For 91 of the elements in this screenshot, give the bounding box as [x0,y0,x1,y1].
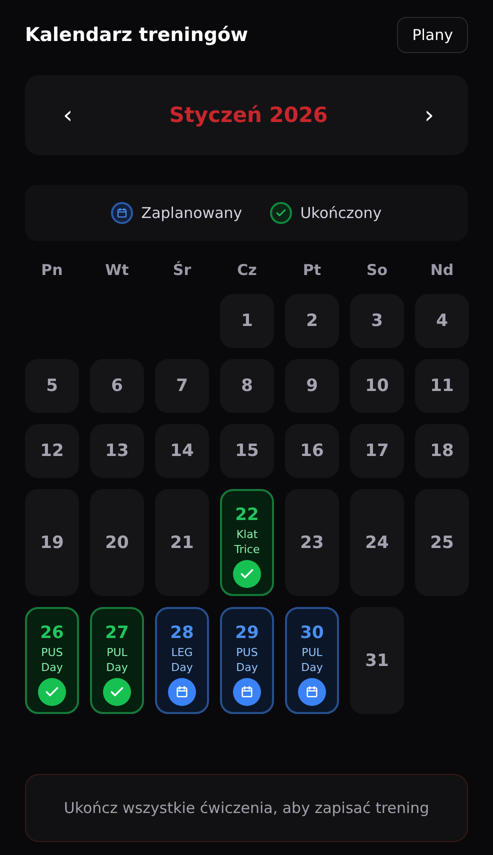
day-number: 1 [241,311,253,331]
workout-label: LEG Day [170,645,194,675]
day-number: 13 [105,441,129,461]
calendar-day[interactable]: 5 [25,359,79,413]
day-number: 23 [300,532,324,552]
day-number: 27 [105,623,129,643]
calendar-day[interactable]: 10 [350,359,404,413]
calendar-day[interactable]: 12 [25,424,79,478]
day-number: 18 [430,441,454,461]
weekday-label: Wt [104,261,130,279]
weekday-label: Pn [40,261,64,279]
calendar-day[interactable]: 21 [155,489,209,596]
day-number: 21 [170,532,194,552]
calendar-day[interactable]: 17 [350,424,404,478]
day-number: 31 [365,650,389,670]
calendar-day[interactable]: 13 [90,424,144,478]
page-title: Kalendarz treningów [25,24,248,46]
check-icon [270,202,292,224]
calendar-day[interactable]: 23 [285,489,339,596]
day-number: 15 [235,441,259,461]
day-number: 6 [111,376,123,396]
weekday-label: Cz [236,261,258,279]
day-number: 29 [235,623,259,643]
calendar-day[interactable]: 11 [415,359,469,413]
day-number: 5 [46,376,58,396]
day-number: 30 [300,623,324,643]
calendar-day[interactable]: 24 [350,489,404,596]
info-message: Ukończ wszystkie ćwiczenia, aby zapisać trening [64,799,430,817]
calendar-day[interactable]: 27 PUL Day [90,607,144,714]
previous-month-button[interactable]: ‹ [59,101,77,129]
day-number: 8 [241,376,253,396]
day-number: 20 [105,532,129,552]
weekday-label: Pt [302,261,322,279]
calendar-day[interactable]: 18 [415,424,469,478]
calendar-day[interactable]: 20 [90,489,144,596]
calendar-day[interactable]: 22 Klat Trice [220,489,274,596]
day-number: 3 [371,311,383,331]
check-icon [103,678,131,706]
next-month-button[interactable]: › [420,101,438,129]
day-number: 22 [235,505,259,525]
calendar-day[interactable]: 6 [90,359,144,413]
calendar-day[interactable]: 8 [220,359,274,413]
calendar-day[interactable]: 7 [155,359,209,413]
calendar-day[interactable]: 2 [285,294,339,348]
check-icon [38,678,66,706]
weekday-label: Nd [429,261,455,279]
legend-label: Ukończony [300,204,382,222]
calendar-icon [168,678,196,706]
plans-button[interactable]: Plany [397,17,468,53]
weekday-label: So [365,261,389,279]
day-number: 25 [430,532,454,552]
day-number: 10 [365,376,389,396]
day-number: 12 [40,441,64,461]
workout-label: Klat Trice [233,527,261,557]
day-number: 17 [365,441,389,461]
workout-label: PUL Day [105,645,129,675]
workout-label: PUL Day [300,645,324,675]
workout-label: PUS Day [40,645,64,675]
calendar-day[interactable]: 14 [155,424,209,478]
calendar-day[interactable]: 30 PUL Day [285,607,339,714]
day-number: 16 [300,441,324,461]
day-number: 26 [40,623,64,643]
calendar-icon [233,678,261,706]
calendar-day[interactable]: 19 [25,489,79,596]
calendar-day[interactable]: 1 [220,294,274,348]
calendar-day[interactable]: 31 [350,607,404,714]
day-number: 9 [306,376,318,396]
day-number: 28 [170,623,194,643]
day-number: 11 [430,376,454,396]
calendar-day[interactable]: 29 PUS Day [220,607,274,714]
month-title: Styczeń 2026 [169,103,328,127]
calendar-day[interactable]: 4 [415,294,469,348]
calendar-day[interactable]: 26 PUS Day [25,607,79,714]
calendar-day[interactable]: 28 LEG Day [155,607,209,714]
day-number: 4 [436,311,448,331]
calendar-day[interactable]: 9 [285,359,339,413]
check-icon [233,560,261,588]
day-number: 19 [40,532,64,552]
weekday-label: Śr [172,261,192,279]
day-number: 24 [365,532,389,552]
workout-label: PUS Day [235,645,259,675]
calendar-day[interactable]: 25 [415,489,469,596]
calendar-day[interactable]: 15 [220,424,274,478]
calendar-icon [298,678,326,706]
day-number: 7 [176,376,188,396]
calendar-day[interactable]: 16 [285,424,339,478]
legend-label: Zaplanowany [141,204,242,222]
calendar-icon [111,202,134,224]
calendar-day[interactable]: 3 [350,294,404,348]
day-number: 14 [170,441,194,461]
day-number: 2 [306,311,318,331]
